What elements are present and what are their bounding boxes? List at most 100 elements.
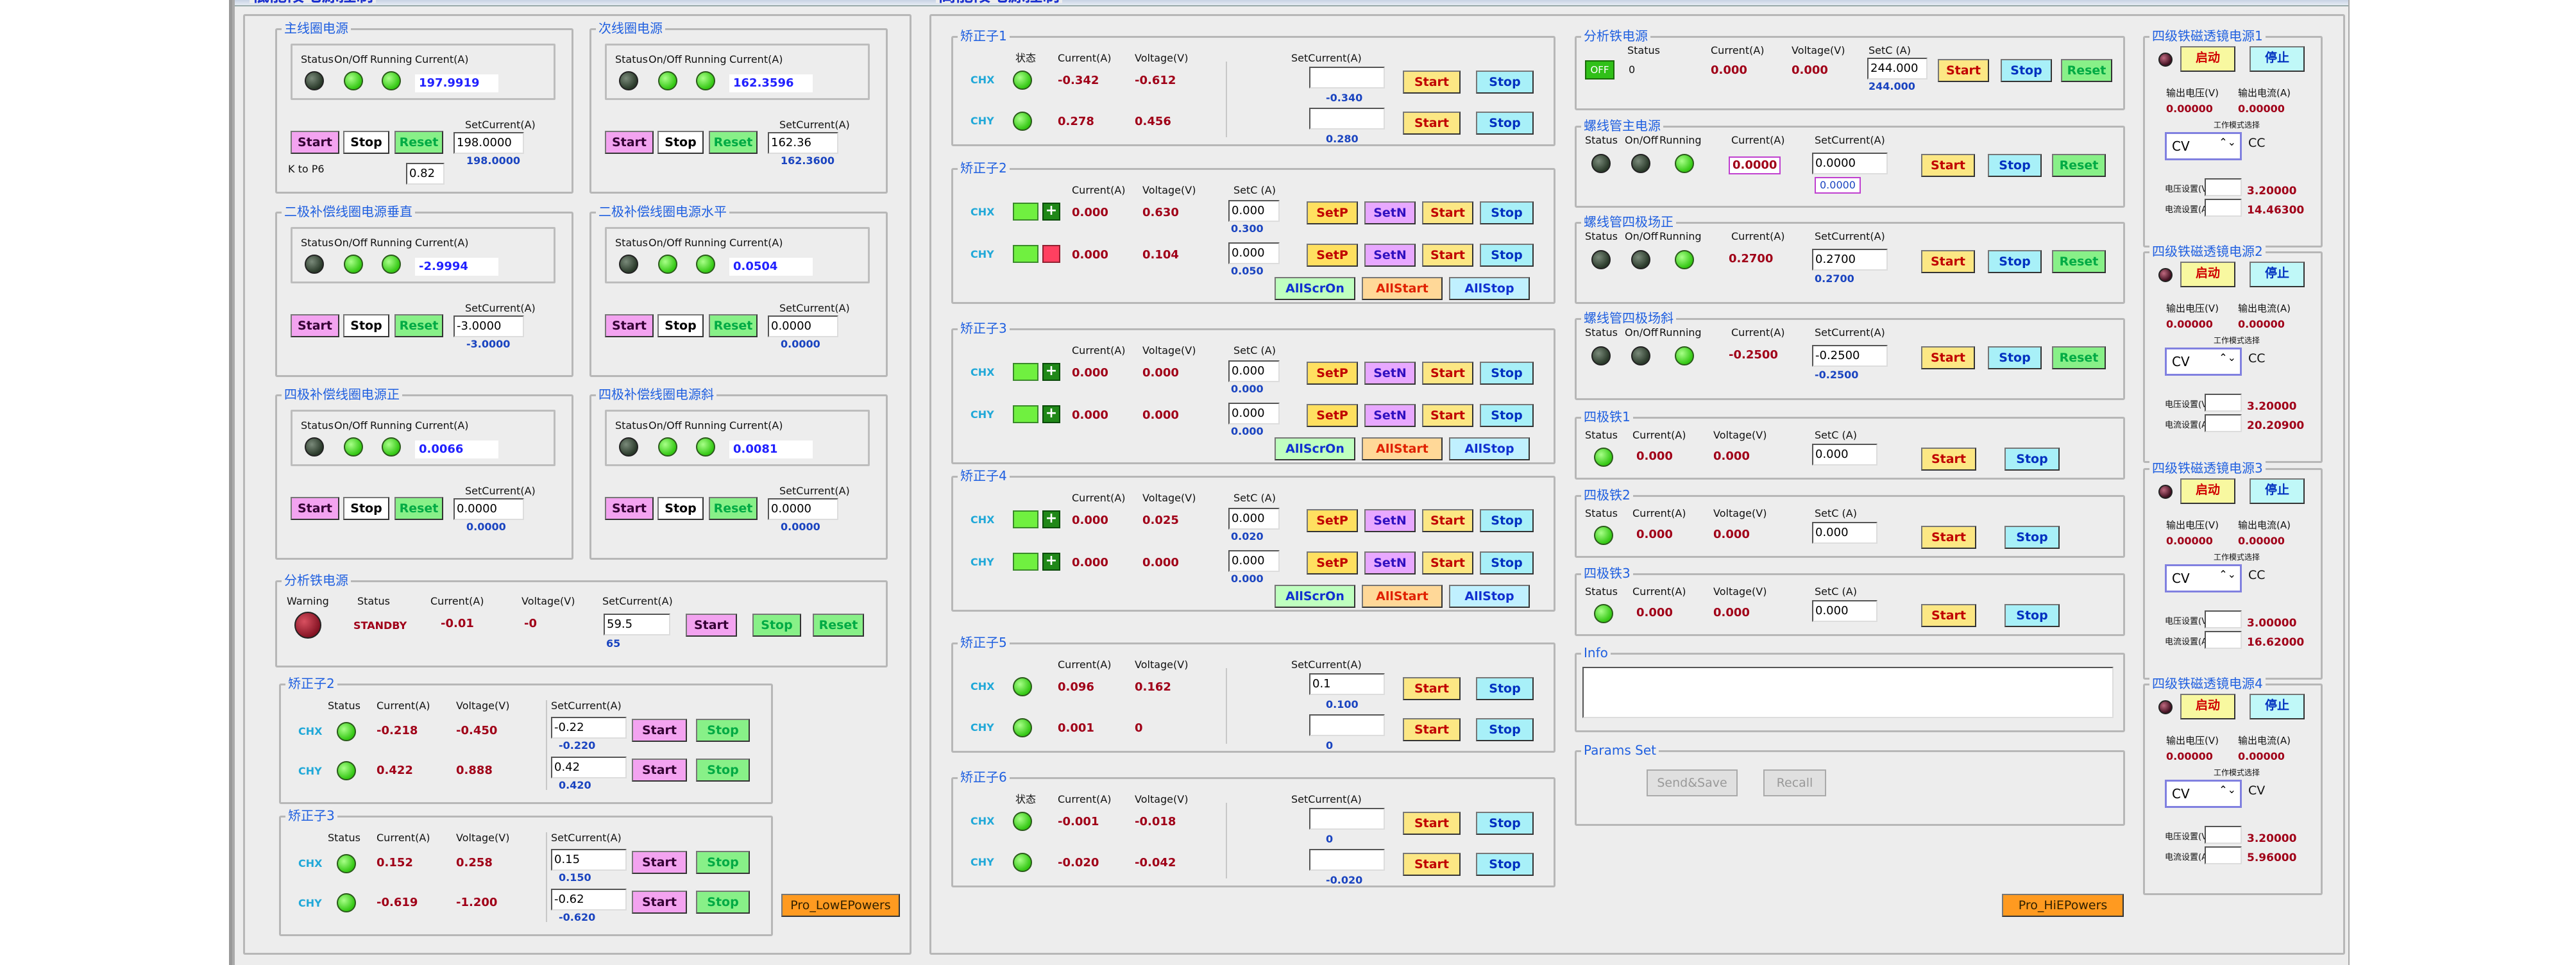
c3-chx-input[interactable]: 0.000 (1228, 360, 1280, 382)
corr2-low-chy-start-button[interactable]: Start (632, 759, 687, 782)
dip_h-start-button[interactable]: Start (605, 314, 654, 337)
c2-chy-start-button[interactable]: Start (1422, 244, 1473, 267)
quad_s-setcurrent-input[interactable]: 0.0000 (768, 498, 838, 520)
c4-chy-start-button[interactable]: Start (1422, 551, 1473, 575)
corr3-low-chy-stop-button[interactable]: Stop (696, 891, 750, 914)
c4-chx-start-button[interactable]: Start (1422, 509, 1473, 532)
corr2-low-chx-input[interactable]: -0.22 (551, 717, 627, 739)
low-analyzer-setcurrent-input[interactable]: 59.5 (604, 614, 670, 635)
q2-setc-input[interactable]: 0.000 (1812, 522, 1877, 544)
quad_s-reset-button[interactable]: Reset (709, 497, 758, 520)
lens1-mode-select[interactable]: CV ⌃⌄ (2165, 132, 2242, 160)
c2-chy-setp-button[interactable]: SetP (1307, 244, 1358, 267)
lens1-vset-input[interactable] (2205, 178, 2242, 196)
c1-chy-stop-button[interactable]: Stop (1476, 112, 1534, 135)
c3-chy-setp-button[interactable]: SetP (1307, 404, 1358, 427)
dip_v-reset-button[interactable]: Reset (394, 314, 443, 337)
c2-allstart-button[interactable]: AllStart (1362, 277, 1443, 300)
sol-reset-button[interactable]: Reset (2052, 154, 2106, 177)
sub_ps-reset-button[interactable]: Reset (709, 131, 758, 154)
c3-allstart-button[interactable]: AllStart (1362, 437, 1443, 460)
c4-allstart-button[interactable]: AllStart (1362, 585, 1443, 608)
low-analyzer-reset-button[interactable]: Reset (813, 614, 864, 637)
main_ps-stop-button[interactable]: Stop (343, 131, 389, 154)
dip_v-start-button[interactable]: Start (291, 314, 339, 337)
dip_v-stop-button[interactable]: Stop (343, 314, 389, 337)
q3-setc-input[interactable]: 0.000 (1812, 600, 1877, 622)
c4-chy-setp-button[interactable]: SetP (1307, 551, 1358, 575)
c3-chx-stop-button[interactable]: Stop (1480, 362, 1534, 385)
lens2-stop-button[interactable]: 停止 (2250, 262, 2305, 287)
high-analyzer-setc-input[interactable]: 244.000 (1867, 58, 1928, 80)
sol_p-setcurrent-input[interactable]: 0.2700 (1812, 249, 1888, 271)
c1-chx-input[interactable] (1309, 67, 1385, 88)
corr2-low-chy-stop-button[interactable]: Stop (696, 759, 750, 782)
lens1-stop-button[interactable]: 停止 (2250, 46, 2305, 72)
c3-chy-stop-button[interactable]: Stop (1480, 404, 1534, 427)
c6-chy-stop-button[interactable]: Stop (1476, 853, 1534, 876)
q1-start-button[interactable]: Start (1921, 448, 1976, 471)
c2-chx-input[interactable]: 0.000 (1228, 200, 1280, 222)
q3-stop-button[interactable]: Stop (2004, 604, 2060, 627)
corr3-low-chx-start-button[interactable]: Start (632, 851, 687, 874)
c4-chy-input[interactable]: 0.000 (1228, 550, 1280, 572)
sol_s-setcurrent-input[interactable]: -0.2500 (1812, 345, 1888, 367)
send-save-button[interactable]: Send&Save (1647, 769, 1738, 796)
c4-chx-setp-button[interactable]: SetP (1307, 509, 1358, 532)
c4-allscron-button[interactable]: AllScrOn (1275, 585, 1355, 608)
c4-chx-stop-button[interactable]: Stop (1480, 509, 1534, 532)
c3-chy-input[interactable]: 0.000 (1228, 403, 1280, 424)
c2-chx-setn-button[interactable]: SetN (1364, 201, 1416, 224)
c1-chx-start-button[interactable]: Start (1403, 71, 1461, 94)
c5-chx-start-button[interactable]: Start (1403, 677, 1461, 700)
q1-stop-button[interactable]: Stop (2004, 448, 2060, 471)
c3-chx-start-button[interactable]: Start (1422, 362, 1473, 385)
c3-allstop-button[interactable]: AllStop (1449, 437, 1530, 460)
c4-allstop-button[interactable]: AllStop (1449, 585, 1530, 608)
sub_ps-setcurrent-input[interactable]: 162.36 (768, 132, 838, 154)
sub_ps-stop-button[interactable]: Stop (657, 131, 704, 154)
lens2-mode-select[interactable]: CV ⌃⌄ (2165, 348, 2242, 376)
lens1-cset-input[interactable] (2205, 199, 2242, 217)
c5-chx-stop-button[interactable]: Stop (1476, 677, 1534, 700)
c1-chx-stop-button[interactable]: Stop (1476, 71, 1534, 94)
c6-chx-start-button[interactable]: Start (1403, 812, 1461, 835)
quad_n-setcurrent-input[interactable]: 0.0000 (453, 498, 524, 520)
quad_n-stop-button[interactable]: Stop (343, 497, 389, 520)
high-pro-button[interactable]: Pro_HiEPowers (2002, 894, 2124, 917)
corr2-low-chx-start-button[interactable]: Start (632, 719, 687, 742)
main_ps-start-button[interactable]: Start (291, 131, 339, 154)
sol_p-reset-button[interactable]: Reset (2052, 250, 2106, 273)
quad_s-start-button[interactable]: Start (605, 497, 654, 520)
quad_s-stop-button[interactable]: Stop (657, 497, 704, 520)
main_ps-reset-button[interactable]: Reset (394, 131, 443, 154)
info-textarea[interactable] (1582, 667, 2114, 718)
dip_v-setcurrent-input[interactable]: -3.0000 (453, 315, 524, 337)
q3-start-button[interactable]: Start (1921, 604, 1976, 627)
q1-setc-input[interactable]: 0.000 (1812, 444, 1877, 466)
c3-chy-start-button[interactable]: Start (1422, 404, 1473, 427)
lens3-start-button[interactable]: 启动 (2180, 478, 2235, 504)
c2-chx-stop-button[interactable]: Stop (1480, 201, 1534, 224)
quad_n-start-button[interactable]: Start (291, 497, 339, 520)
sub_ps-start-button[interactable]: Start (605, 131, 654, 154)
dip_h-reset-button[interactable]: Reset (709, 314, 758, 337)
high-analyzer-stop-button[interactable]: Stop (2001, 59, 2052, 82)
lens4-mode-select[interactable]: CV ⌃⌄ (2165, 780, 2242, 808)
dip_h-setcurrent-input[interactable]: 0.0000 (768, 315, 838, 337)
corr3-low-chy-input[interactable]: -0.62 (551, 889, 627, 910)
high-analyzer-start-button[interactable]: Start (1938, 59, 1989, 82)
lens3-cset-input[interactable] (2205, 631, 2242, 649)
c3-chx-setn-button[interactable]: SetN (1364, 362, 1416, 385)
c2-chy-setn-button[interactable]: SetN (1364, 244, 1416, 267)
lens1-start-button[interactable]: 启动 (2180, 46, 2235, 72)
recall-button[interactable]: Recall (1763, 769, 1826, 796)
c4-chy-setn-button[interactable]: SetN (1364, 551, 1416, 575)
sol-setcurrent-input[interactable]: 0.0000 (1812, 153, 1888, 174)
lens2-cset-input[interactable] (2205, 414, 2242, 432)
corr2-low-chy-input[interactable]: 0.42 (551, 757, 627, 778)
sol-stop-button[interactable]: Stop (1988, 154, 2042, 177)
lens4-vset-input[interactable] (2205, 826, 2242, 844)
c5-chy-input[interactable] (1309, 714, 1385, 736)
c5-chy-stop-button[interactable]: Stop (1476, 718, 1534, 741)
